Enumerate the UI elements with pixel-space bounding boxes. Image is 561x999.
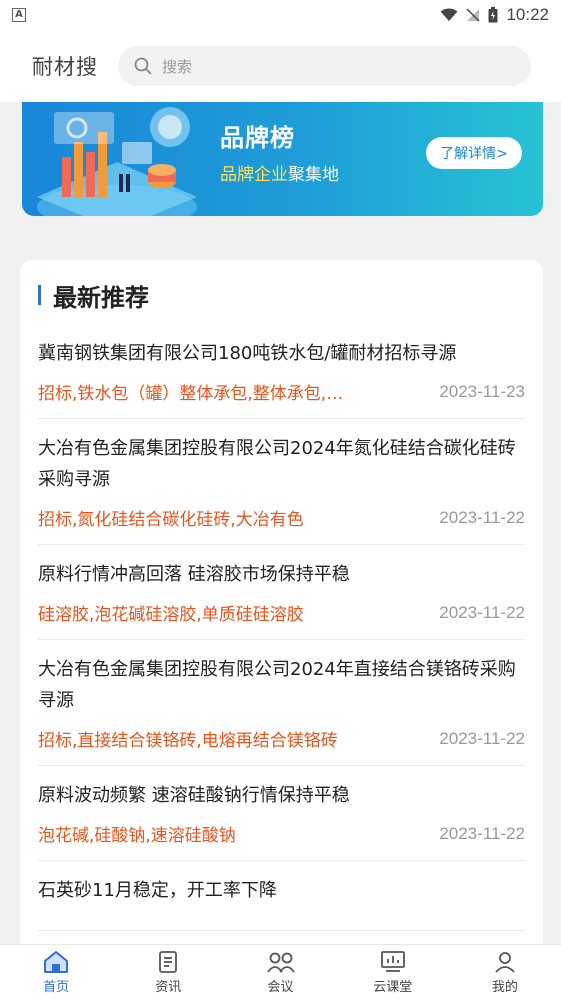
item-tags: 招标,铁水包（罐）整体承包,整体承包,… [38,384,344,404]
item-meta: 硅溶胶,泡花碱硅溶胶,单质硅硅溶胶 2023-11-22 [38,600,525,626]
search-placeholder: 搜索 [162,57,193,76]
item-meta: 招标,氮化硅结合碳化硅砖,大冶有色 2023-11-22 [38,505,525,531]
item-title: 石英砂11月稳定，开工率下降 [38,880,277,901]
item-date: 2023-11-22 [439,507,525,527]
tab-news[interactable]: 资讯 [112,945,224,999]
no-signal-icon [466,8,480,22]
item-tags: 招标,直接结合镁铬砖,电熔再结合镁铬砖 [38,731,338,751]
tab-home[interactable]: 首页 [0,945,112,999]
recommendation-card: 最新推荐 冀南钢铁集团有限公司180吨铁水包/罐耐材招标寻源 招标,铁水包（罐）… [20,260,543,980]
item-title: 原料波动频繁 速溶硅酸钠行情保持平稳 [38,785,350,806]
item-title: 原料行情冲高回落 硅溶胶市场保持平稳 [38,564,350,585]
tab-label: 我的 [491,979,518,995]
app-brand: 耐材搜 [32,55,98,79]
section-accent-bar [38,285,41,305]
data-illustration-icon [37,107,197,216]
status-icons: 10:22 [440,5,549,25]
tab-label: 资讯 [155,979,182,995]
item-title: 冀南钢铁集团有限公司180吨铁水包/罐耐材招标寻源 [38,343,457,364]
classroom-icon [380,950,405,972]
list-item[interactable]: 冀南钢铁集团有限公司180吨铁水包/罐耐材招标寻源 招标,铁水包（罐）整体承包,… [38,338,525,419]
wifi-icon [440,8,458,21]
item-date: 2023-11-23 [439,381,525,401]
search-input[interactable]: 搜索 [118,46,531,86]
home-icon [44,950,69,973]
learn-more-button[interactable]: 了解详情> [426,137,522,169]
item-title: 大冶有色金属集团控股有限公司2024年直接结合镁铬砖采购寻源 [38,659,516,711]
list-item[interactable]: 石英砂11月稳定，开工率下降 [38,875,525,931]
bottom-tab-bar: 首页 资讯 会议 云课堂 我的 [0,944,561,999]
list-item[interactable]: 原料波动频繁 速溶硅酸钠行情保持平稳 泡花碱,硅酸钠,速溶硅酸钠 2023-11… [38,780,525,861]
section-title: 最新推荐 [53,283,149,312]
news-icon [159,950,178,973]
banner-subtitle-highlight: 品牌企业 [220,165,288,185]
item-tags: 硅溶胶,泡花碱硅溶胶,单质硅硅溶胶 [38,605,304,625]
banner-title: 品牌榜 [220,124,295,152]
app-header: 耐材搜 搜索 [0,30,561,102]
notification-icon: A [12,8,26,22]
tab-label: 会议 [267,979,294,995]
list-item[interactable]: 大冶有色金属集团控股有限公司2024年氮化硅结合碳化硅砖采购寻源 招标,氮化硅结… [38,433,525,545]
item-meta: 招标,铁水包（罐）整体承包,整体承包,… 2023-11-23 [38,379,525,405]
status-bar: A 10:22 [0,0,561,30]
item-meta: 泡花碱,硅酸钠,速溶硅酸钠 2023-11-22 [38,821,525,847]
tab-meeting[interactable]: 会议 [224,945,336,999]
section-header: 最新推荐 [38,280,149,312]
banner-subtitle-rest: 聚集地 [288,165,339,185]
item-title: 大冶有色金属集团控股有限公司2024年氮化硅结合碳化硅砖采购寻源 [38,438,516,490]
brand-ranking-banner[interactable]: 品牌榜 品牌企业聚集地 了解详情> [22,102,543,216]
tab-label: 云课堂 [373,979,413,995]
article-list: 冀南钢铁集团有限公司180吨铁水包/罐耐材招标寻源 招标,铁水包（罐）整体承包,… [38,338,525,945]
list-item[interactable]: 大冶有色金属集团控股有限公司2024年直接结合镁铬砖采购寻源 招标,直接结合镁铬… [38,654,525,766]
tab-label: 首页 [43,979,70,995]
item-date: 2023-11-22 [439,602,525,622]
tab-profile[interactable]: 我的 [449,945,561,999]
item-tags: 泡花碱,硅酸钠,速溶硅酸钠 [38,826,236,846]
item-date: 2023-11-22 [439,823,525,843]
clock: 10:22 [506,5,549,24]
list-item[interactable]: 原料行情冲高回落 硅溶胶市场保持平稳 硅溶胶,泡花碱硅溶胶,单质硅硅溶胶 202… [38,559,525,640]
item-tags: 招标,氮化硅结合碳化硅砖,大冶有色 [38,510,304,530]
item-date: 2023-11-22 [439,728,525,748]
tab-classroom[interactable]: 云课堂 [337,945,449,999]
search-icon [134,57,152,75]
item-meta: 招标,直接结合镁铬砖,电熔再结合镁铬砖 2023-11-22 [38,726,525,752]
battery-icon [488,7,498,23]
profile-icon [495,951,515,973]
banner-subtitle: 品牌企业聚集地 [220,160,339,185]
meeting-icon [266,952,295,973]
